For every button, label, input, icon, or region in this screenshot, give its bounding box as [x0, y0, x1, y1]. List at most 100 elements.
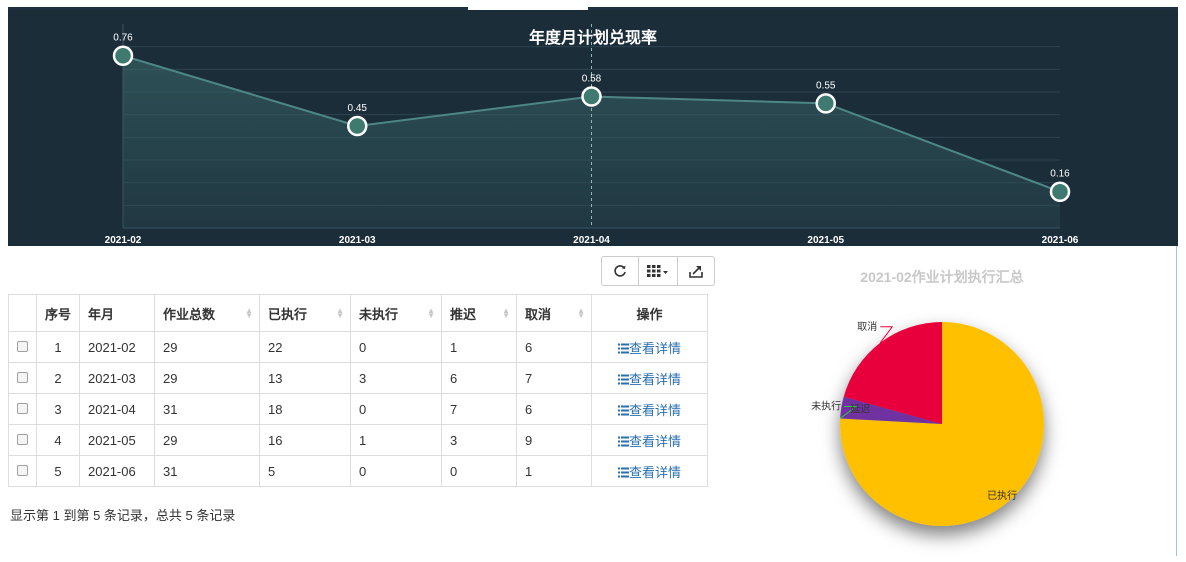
data-point-label: 0.45	[348, 103, 368, 114]
view-detail-link[interactable]: 查看详情	[591, 455, 708, 487]
columns-toggle-button[interactable]	[638, 256, 678, 286]
checkbox-icon[interactable]	[17, 402, 28, 414]
plan-rate-chart-panel: 年度月计划兑现率 0.76 2021-02 0.45 2021-03 0.58 2021-…	[8, 10, 1178, 246]
row-index: 3	[36, 393, 80, 425]
row-cancelled: 6	[516, 331, 592, 363]
sort-icon: ▲ ▼	[577, 306, 585, 320]
header-select-column	[8, 294, 37, 332]
row-not-executed: 1	[350, 424, 442, 456]
list-icon	[617, 467, 629, 477]
row-not-executed: 0	[350, 331, 442, 363]
view-detail-link[interactable]: 查看详情	[591, 331, 708, 363]
data-point-marker[interactable]	[112, 45, 134, 66]
view-detail-link[interactable]: 查看详情	[591, 424, 708, 456]
list-icon	[617, 436, 629, 446]
pie-slice-label: 已执行	[987, 489, 1017, 502]
header-cancelled[interactable]: 取消 ▲ ▼	[516, 294, 592, 332]
data-point-label: 0.16	[1050, 169, 1070, 180]
checkbox-icon[interactable]	[17, 433, 28, 445]
row-total: 31	[154, 455, 260, 487]
row-not-executed: 3	[350, 362, 442, 394]
row-cancelled: 1	[516, 455, 592, 487]
caret-down-icon	[663, 271, 668, 274]
x-tick-label: 2021-05	[807, 235, 844, 246]
header-executed[interactable]: 已执行 ▲ ▼	[259, 294, 351, 332]
view-detail-link[interactable]: 查看详情	[591, 393, 708, 425]
row-select-checkbox[interactable]	[8, 362, 37, 394]
row-index: 2	[36, 362, 80, 394]
row-select-checkbox[interactable]	[8, 455, 37, 487]
header-not-executed[interactable]: 未执行 ▲ ▼	[350, 294, 442, 332]
row-postponed: 7	[441, 393, 517, 425]
checkbox-icon[interactable]	[17, 340, 28, 352]
row-not-executed: 0	[350, 455, 442, 487]
sort-icon: ▲ ▼	[336, 306, 344, 320]
header-month: 年月	[79, 294, 155, 332]
table-row: 2 2021-03 29 13 3 6 7 查看详情	[8, 362, 708, 394]
refresh-button[interactable]	[601, 256, 639, 286]
view-detail-label: 查看详情	[628, 464, 681, 480]
x-tick-label: 2021-04	[573, 235, 610, 246]
pie-chart-title: 2021-02作业计划执行汇总	[860, 269, 1023, 285]
view-detail-link[interactable]: 查看详情	[591, 362, 708, 394]
header-index: 序号	[36, 294, 80, 332]
table-body: 1 2021-02 29 22 0 1 6 查看详情 2 2021-03 29 13 3 6 7 查看详情 3 2…	[8, 331, 708, 487]
row-total: 29	[154, 331, 260, 363]
row-select-checkbox[interactable]	[8, 331, 37, 363]
export-icon	[689, 266, 703, 278]
list-icon	[617, 374, 629, 384]
checkbox-icon[interactable]	[17, 464, 28, 476]
checkbox-icon[interactable]	[17, 371, 28, 383]
table-row: 3 2021-04 31 18 0 7 6 查看详情	[8, 393, 708, 425]
view-detail-label: 查看详情	[628, 402, 681, 418]
row-month: 2021-06	[79, 455, 155, 487]
columns-icon	[647, 265, 668, 277]
data-point-marker[interactable]	[347, 115, 368, 137]
sort-icon: ▲ ▼	[502, 306, 510, 320]
table-row: 4 2021-05 29 16 1 3 9 查看详情	[8, 424, 708, 456]
row-postponed: 1	[441, 331, 517, 363]
sort-icon: ▲ ▼	[245, 306, 253, 320]
row-month: 2021-02	[79, 331, 155, 363]
x-tick-label: 2021-02	[105, 235, 142, 246]
list-icon	[617, 405, 629, 415]
row-cancelled: 7	[516, 362, 592, 394]
view-detail-label: 查看详情	[628, 340, 681, 356]
x-tick-label: 2021-06	[1042, 235, 1079, 246]
row-executed: 16	[259, 424, 351, 456]
export-button[interactable]	[677, 256, 715, 286]
pagination-info: 显示第 1 到第 5 条记录，总共 5 条记录	[10, 508, 236, 523]
execution-summary-pie-chart: 2021-02作业计划执行汇总 已执行 未执行 延迟 取消	[811, 269, 1044, 526]
data-point-marker[interactable]	[1049, 181, 1071, 202]
row-month: 2021-05	[79, 424, 155, 456]
list-icon	[617, 343, 629, 353]
pie-slice-label: 延迟	[850, 402, 870, 415]
data-point-marker[interactable]	[581, 86, 602, 107]
row-executed: 5	[259, 455, 351, 487]
data-point-marker[interactable]	[815, 93, 836, 114]
line-chart-title: 年度月计划兑现率	[529, 28, 657, 47]
row-total: 31	[154, 393, 260, 425]
refresh-icon	[614, 265, 626, 277]
header-total[interactable]: 作业总数 ▲ ▼	[154, 294, 260, 332]
pie-slice-label: 未执行	[811, 399, 841, 412]
row-index: 4	[36, 424, 80, 456]
row-postponed: 6	[441, 362, 517, 394]
x-tick-label: 2021-03	[339, 235, 376, 246]
sort-icon: ▲ ▼	[427, 306, 435, 320]
row-month: 2021-03	[79, 362, 155, 394]
header-action: 操作	[591, 294, 708, 332]
plan-rate-line-chart: 年度月计划兑现率 0.76 2021-02 0.45 2021-03 0.58 2021-…	[105, 24, 1079, 246]
row-executed: 18	[259, 393, 351, 425]
table-row: 5 2021-06 31 5 0 0 1 查看详情	[8, 455, 708, 487]
row-select-checkbox[interactable]	[8, 424, 37, 456]
row-total: 29	[154, 424, 260, 456]
row-select-checkbox[interactable]	[8, 393, 37, 425]
table-header-row: 序号 年月 作业总数 ▲ ▼ 已执行 ▲ ▼ 未执行 ▲ ▼ 推迟 ▲ ▼ 取消 ▲ ▼ 操作	[8, 294, 708, 332]
row-executed: 13	[259, 362, 351, 394]
row-executed: 22	[259, 331, 351, 363]
plan-table: 序号 年月 作业总数 ▲ ▼ 已执行 ▲ ▼ 未执行 ▲ ▼ 推迟 ▲ ▼ 取消 ▲ ▼ 操作 1 2…	[8, 294, 708, 487]
pie-slice-label: 取消	[857, 320, 877, 333]
header-postponed[interactable]: 推迟 ▲ ▼	[441, 294, 517, 332]
view-detail-label: 查看详情	[628, 433, 681, 449]
